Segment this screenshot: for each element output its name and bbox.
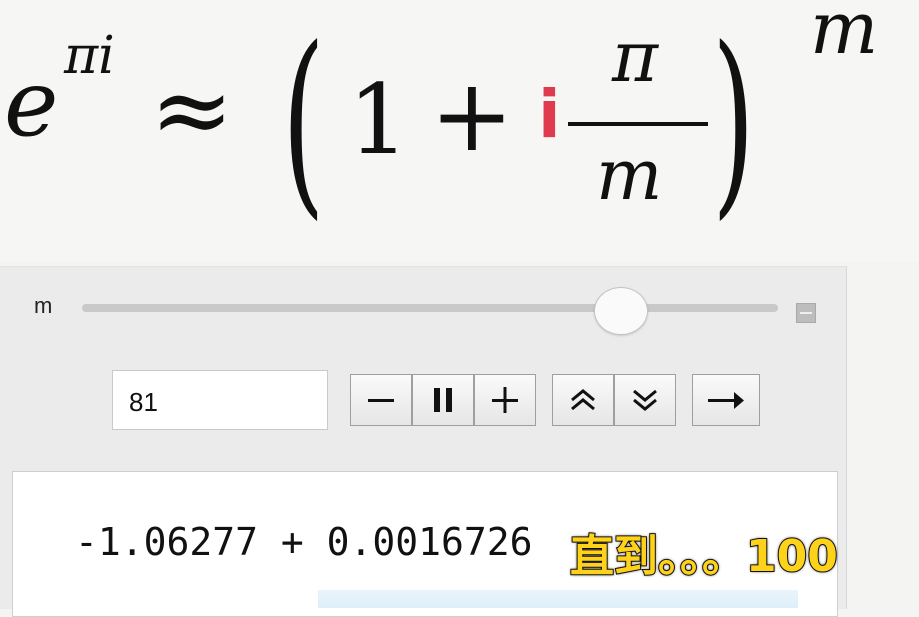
minus-icon	[368, 399, 394, 402]
formula-plus: +	[430, 57, 514, 174]
background-blur	[318, 590, 798, 608]
fraction-bar	[568, 122, 708, 126]
plus-icon	[492, 387, 518, 413]
formula-right-paren: )	[712, 5, 755, 238]
result-value: -1.06277 + 0.0016726	[75, 520, 533, 564]
direction-button[interactable]	[692, 374, 760, 426]
m-slider-thumb[interactable]	[594, 287, 648, 335]
formula-one: 1	[348, 64, 410, 176]
pause-icon	[434, 388, 452, 412]
slider-label: m	[34, 293, 53, 318]
formula-exponent: πi	[64, 26, 115, 86]
faster-button[interactable]	[552, 374, 614, 426]
formula-base: e	[4, 50, 59, 157]
m-slider-track[interactable]	[82, 304, 778, 312]
decrement-button[interactable]	[350, 374, 412, 426]
slower-button[interactable]	[614, 374, 676, 426]
formula-numerator: π	[612, 16, 659, 98]
m-value-field[interactable]: 81	[112, 370, 328, 430]
arrow-right-icon	[708, 392, 744, 409]
increment-button[interactable]	[474, 374, 536, 426]
formula-approx-sign: ≈	[150, 51, 234, 168]
double-chevron-up-icon	[571, 389, 595, 411]
formula-left-paren: (	[282, 5, 325, 238]
formula-denominator: m	[596, 134, 663, 216]
double-chevron-down-icon	[633, 389, 657, 411]
formula-power: m	[810, 0, 879, 70]
formula-imaginary-unit: i	[538, 76, 561, 153]
pause-button[interactable]	[412, 374, 474, 426]
formula-display: e πi ≈ ( 1 + i π m ) m	[0, 0, 919, 262]
minus-icon	[800, 312, 812, 314]
animation-controls-toggle[interactable]	[796, 303, 816, 323]
video-subtitle: 直到。。。100	[569, 530, 839, 583]
